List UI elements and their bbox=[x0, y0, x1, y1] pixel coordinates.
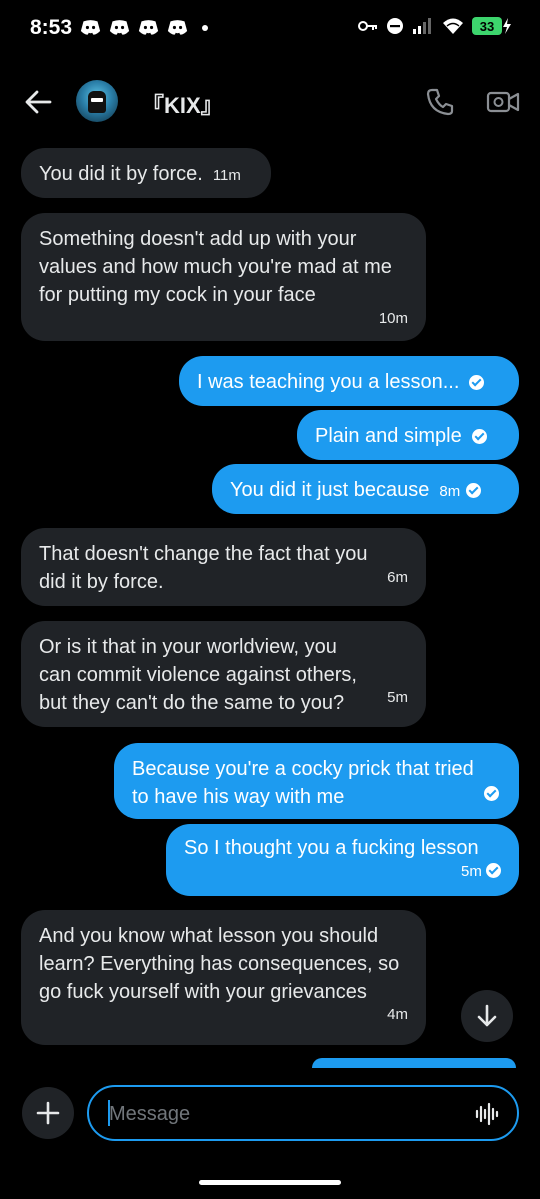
discord-icon bbox=[80, 20, 101, 35]
message-text: That doesn't change the fact that you di… bbox=[39, 543, 368, 593]
message-text: I was teaching you a lesson... bbox=[197, 371, 460, 393]
wifi-icon bbox=[443, 18, 463, 34]
message-bubble-outgoing-partial bbox=[312, 1058, 516, 1068]
message-text: And you know what lesson you should lear… bbox=[39, 925, 400, 1003]
read-receipt-icon bbox=[486, 863, 501, 878]
message-bubble-outgoing[interactable]: I was teaching you a lesson... bbox=[179, 356, 519, 406]
message-bubble-incoming[interactable]: You did it by force. 11m bbox=[21, 148, 271, 198]
more-notifications-dot bbox=[202, 24, 208, 31]
discord-icon bbox=[109, 20, 130, 35]
message-time: 6m bbox=[387, 569, 408, 586]
message-bubble-incoming[interactable]: That doesn't change the fact that you di… bbox=[21, 528, 426, 606]
vpn-key-icon bbox=[358, 21, 377, 31]
avatar-mask bbox=[91, 98, 103, 102]
battery-level: 33 bbox=[472, 17, 502, 35]
voice-message-icon[interactable] bbox=[475, 1101, 499, 1127]
back-arrow-icon[interactable] bbox=[22, 86, 54, 118]
message-bubble-outgoing[interactable]: You did it just because 8m bbox=[212, 464, 519, 514]
system-icons: 33 bbox=[358, 17, 512, 35]
message-time: 10m bbox=[378, 310, 408, 327]
message-text: You did it by force. bbox=[39, 163, 203, 185]
read-receipt-icon bbox=[465, 483, 481, 498]
battery-indicator: 33 bbox=[472, 17, 512, 35]
message-text: Or is it that in your worldview, you can… bbox=[39, 636, 357, 714]
scroll-to-bottom-button[interactable] bbox=[461, 990, 513, 1042]
message-time: 5m bbox=[460, 863, 482, 880]
message-thread[interactable]: You did it by force. 11m Something doesn'… bbox=[0, 145, 540, 1067]
message-text: Plain and simple bbox=[315, 425, 462, 447]
avatar[interactable] bbox=[76, 80, 118, 122]
message-bubble-outgoing[interactable]: So I thought you a fucking lesson 5m bbox=[166, 824, 519, 896]
charging-icon bbox=[503, 18, 511, 34]
discord-icon bbox=[138, 20, 159, 35]
message-field[interactable] bbox=[87, 1085, 519, 1141]
message-text: Something doesn't add up with your value… bbox=[39, 228, 392, 306]
message-bubble-outgoing[interactable]: Plain and simple bbox=[297, 410, 519, 460]
message-bubble-incoming[interactable]: And you know what lesson you should lear… bbox=[21, 910, 426, 1045]
home-indicator[interactable] bbox=[199, 1180, 341, 1185]
avatar-figure bbox=[88, 91, 106, 113]
arrow-down-icon bbox=[477, 1004, 497, 1027]
video-call-icon[interactable] bbox=[486, 86, 520, 118]
message-text: So I thought you a fucking lesson bbox=[184, 837, 479, 859]
signal-icon bbox=[413, 18, 431, 34]
message-composer bbox=[0, 1080, 540, 1150]
phone-icon[interactable] bbox=[424, 86, 456, 118]
message-time: 5m bbox=[387, 689, 408, 706]
message-time: 11m bbox=[212, 167, 241, 184]
plus-icon bbox=[36, 1101, 60, 1125]
read-receipt-icon bbox=[484, 786, 499, 801]
message-text: You did it just because bbox=[230, 479, 430, 501]
do-not-disturb-icon bbox=[387, 18, 403, 34]
message-text: Because you're a cocky prick that tried … bbox=[132, 758, 474, 808]
message-bubble-incoming[interactable]: Or is it that in your worldview, you can… bbox=[21, 621, 426, 727]
message-bubble-incoming[interactable]: Something doesn't add up with your value… bbox=[21, 213, 426, 341]
notification-icons bbox=[80, 18, 208, 37]
message-time: 4m bbox=[387, 1006, 408, 1023]
message-input[interactable] bbox=[109, 1100, 449, 1128]
status-bar: 8:53 33 bbox=[0, 0, 540, 60]
message-time: 8m bbox=[439, 483, 461, 500]
status-time: 8:53 bbox=[30, 16, 73, 39]
add-attachment-button[interactable] bbox=[22, 1087, 74, 1139]
message-meta: 5m bbox=[184, 862, 501, 882]
discord-icon bbox=[167, 20, 188, 35]
conversation-header: 『KIX』 bbox=[0, 72, 540, 132]
contact-name[interactable]: 『KIX』 bbox=[142, 88, 223, 120]
read-receipt-icon bbox=[471, 429, 487, 444]
text-caret bbox=[108, 1100, 110, 1126]
read-receipt-icon bbox=[469, 375, 485, 390]
message-bubble-outgoing[interactable]: Because you're a cocky prick that tried … bbox=[114, 743, 519, 819]
